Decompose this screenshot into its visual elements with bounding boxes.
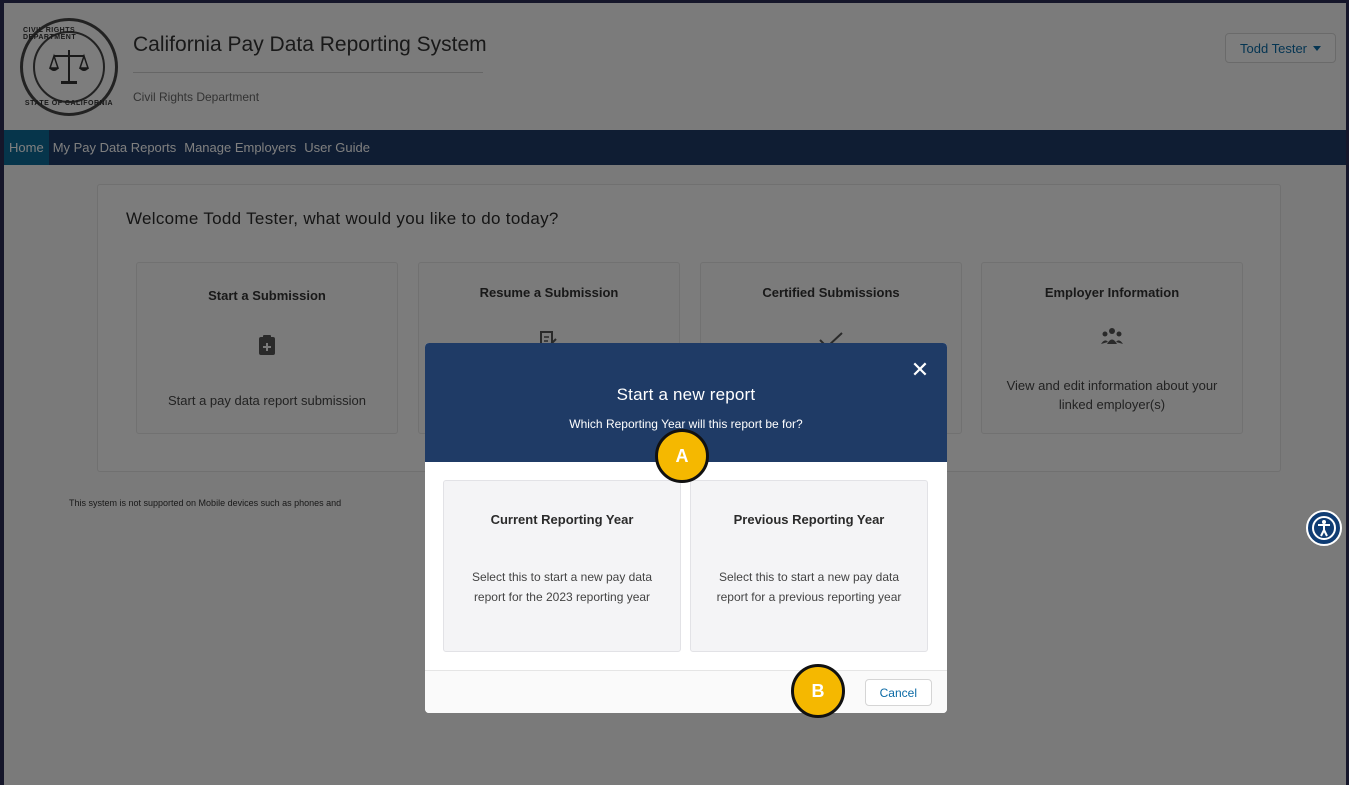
option-description: Select this to start a new pay data repo… [471,570,653,604]
cancel-button[interactable]: Cancel [864,679,932,706]
modal-title: Start a new report [616,385,756,404]
current-reporting-year-option[interactable]: Current Reporting Year Select this to st… [443,480,681,652]
previous-reporting-year-option[interactable]: Previous Reporting Year Select this to s… [690,480,928,652]
accessibility-icon [1312,516,1336,540]
start-new-report-modal: Start a new report Which Reporting Year … [425,343,947,713]
callout-marker-b: B [791,664,845,718]
modal-footer: Cancel [425,670,947,713]
close-icon[interactable]: ✕ [909,359,931,381]
option-title: Current Reporting Year [490,512,634,527]
callout-marker-a: A [655,429,709,483]
option-description: Select this to start a new pay data repo… [716,570,902,604]
accessibility-button[interactable] [1306,510,1342,546]
option-title: Previous Reporting Year [733,512,885,527]
